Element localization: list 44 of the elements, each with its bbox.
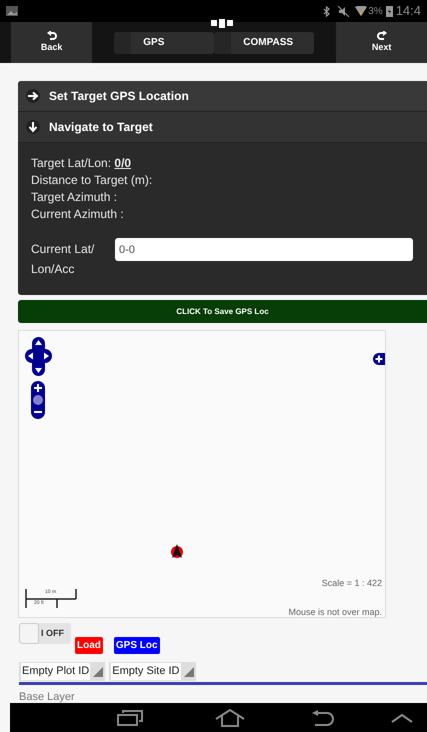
dropdown[interactable]: Empty Site ID — [109, 662, 196, 681]
image-icon — [6, 6, 18, 16]
dropdown-corner-icon — [92, 666, 104, 677]
info-line: Current Azimuth : — [31, 206, 125, 223]
clock: 14:4 — [396, 2, 421, 20]
save-gps-button[interactable]: CLICK To Save GPS Loc — [18, 300, 427, 323]
mouse-position-text: Mouse is not over map. — [288, 606, 382, 619]
location-marker-icon — [170, 544, 184, 559]
back-nav-icon[interactable] — [311, 710, 335, 726]
wifi-icon — [355, 6, 368, 16]
dropdown-corner-icon — [182, 666, 194, 677]
layer-switcher-icon[interactable] — [373, 353, 385, 365]
header-tab[interactable]: GPS — [114, 32, 214, 54]
dropdown[interactable]: Empty Plot ID — [19, 662, 106, 681]
mute-icon — [338, 6, 350, 16]
action-button[interactable]: GPS Loc — [114, 637, 160, 654]
home-icon[interactable] — [215, 708, 245, 726]
back-button[interactable]: Back — [11, 22, 92, 63]
info-line: Target Lat/Lon: 0/0 — [31, 155, 132, 172]
info-line: Target Azimuth : — [31, 189, 118, 206]
redo-icon — [376, 30, 387, 41]
layer-heading: Base Layer — [19, 690, 76, 705]
section-header[interactable]: Set Target GPS Location — [18, 81, 427, 112]
header-tab[interactable]: COMPASS — [214, 32, 314, 54]
pan-control-icon[interactable] — [25, 337, 52, 376]
location-field[interactable]: 0-0 — [115, 238, 413, 261]
bluetooth-icon — [323, 6, 330, 16]
battery-percent: 3% — [368, 4, 383, 18]
info-line: Distance to Target (m): — [31, 172, 154, 189]
field-label: Current Lat/ Lon/Acc — [31, 241, 96, 278]
battery-icon — [386, 6, 393, 16]
toggle-switch[interactable]: I OFF — [19, 623, 71, 644]
undo-icon — [46, 30, 57, 41]
grip-icon — [211, 19, 233, 28]
chevron-up-icon[interactable] — [391, 712, 413, 722]
scale-bar-icon — [25, 589, 77, 608]
scale-text: Scale = 1 : 422 — [322, 577, 382, 590]
action-button[interactable]: Load — [75, 637, 103, 654]
right-arrow-icon — [26, 89, 40, 103]
zoom-control-icon[interactable] — [31, 381, 45, 419]
down-arrow-icon — [26, 120, 40, 134]
section-header[interactable]: Navigate to Target — [18, 112, 427, 143]
next-button[interactable]: Next — [336, 22, 427, 63]
recent-apps-icon[interactable] — [117, 710, 143, 726]
